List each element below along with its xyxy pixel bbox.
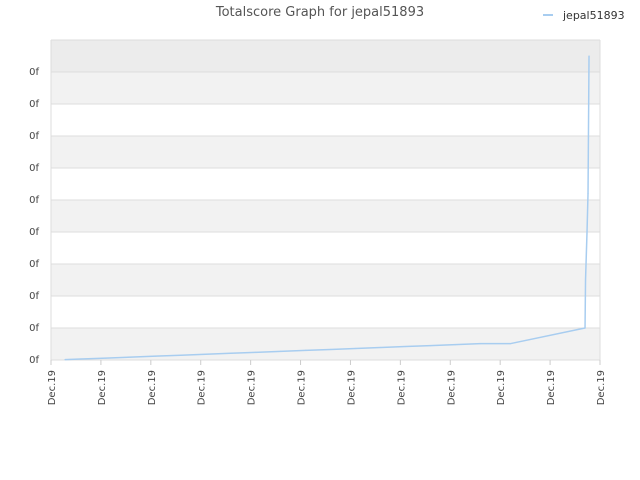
data-point <box>586 231 588 233</box>
x-tick-label: Dec.19 <box>446 370 457 405</box>
data-point <box>429 345 431 347</box>
data-point <box>509 343 511 345</box>
data-point <box>587 193 589 195</box>
y-tick-label: 0f <box>29 67 39 78</box>
x-tick-label: Dec.19 <box>147 370 158 405</box>
y-tick-label: 0f <box>29 131 39 142</box>
y-tick-label: 0f <box>29 195 39 206</box>
data-point <box>230 352 232 354</box>
plot-band <box>51 264 600 296</box>
data-point <box>454 344 456 346</box>
plot-band <box>51 72 600 104</box>
x-tick-label: Dec.19 <box>197 370 208 405</box>
y-tick-label: 0f <box>29 355 39 366</box>
x-tick-label: Dec.19 <box>97 370 108 405</box>
data-point <box>379 346 381 349</box>
data-point <box>130 356 132 358</box>
data-point <box>155 355 157 357</box>
x-tick-label: Dec.19 <box>297 370 308 405</box>
data-point <box>279 350 282 352</box>
data-point <box>404 345 406 348</box>
data-point <box>205 353 207 355</box>
y-tick-label: 0f <box>29 163 39 174</box>
y-tick-label: 0f <box>29 291 39 302</box>
data-point <box>180 354 182 356</box>
plot-band <box>51 40 600 72</box>
x-tick-label: Dec.19 <box>396 370 407 405</box>
x-tick-label: Dec.19 <box>596 370 607 405</box>
data-point <box>105 357 107 359</box>
y-tick-label: 0f <box>29 99 39 110</box>
y-tick-label: 0f <box>29 227 39 238</box>
plot-band <box>51 200 600 232</box>
y-tick-label: 0f <box>29 259 39 270</box>
data-point <box>329 348 332 351</box>
x-tick-label: Dec.19 <box>496 370 507 405</box>
x-axis-ticks: Dec.19 Dec.19 Dec.19 Dec.19 Dec.19 Dec.19 Dec.… <box>47 360 607 405</box>
totalscore-chart: Totalscore Graph for jepal51893 jepal518… <box>29 5 625 405</box>
data-point <box>255 351 257 353</box>
data-point <box>354 347 357 350</box>
y-axis-ticks: 0f 0f 0f 0f 0f 0f 0f 0f 0f 0f <box>29 67 39 366</box>
data-point <box>64 359 66 361</box>
x-tick-label: Dec.19 <box>247 370 258 405</box>
chart-title: Totalscore Graph for jepal51893 <box>215 5 424 20</box>
data-point <box>479 343 481 345</box>
plot-band <box>51 136 600 168</box>
legend: jepal51893 <box>543 9 625 22</box>
legend-label: jepal51893 <box>562 9 625 22</box>
data-point <box>584 279 587 281</box>
x-tick-label: Dec.19 <box>346 370 357 405</box>
x-tick-label: Dec.19 <box>47 370 58 405</box>
plot-band <box>51 328 600 360</box>
y-tick-label: 0f <box>29 323 39 334</box>
data-point <box>588 55 590 57</box>
x-tick-label: Dec.19 <box>546 370 557 405</box>
data-point <box>304 349 307 351</box>
data-point <box>80 358 82 360</box>
data-point <box>584 327 586 329</box>
